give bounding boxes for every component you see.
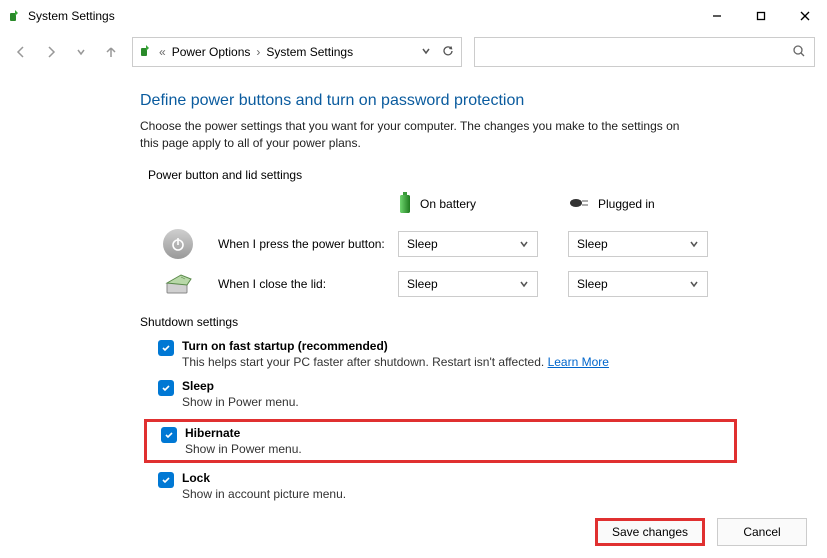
hibernate-desc: Show in Power menu. (185, 442, 302, 456)
sleep-option: Sleep Show in Power menu. (158, 379, 777, 409)
chevron-down-icon (519, 239, 529, 249)
back-button[interactable] (12, 43, 30, 61)
fast-startup-title: Turn on fast startup (recommended) (182, 339, 609, 353)
lock-desc: Show in account picture menu. (182, 487, 346, 501)
breadcrumb-separator: › (256, 45, 260, 59)
chevron-down-icon (689, 239, 699, 249)
window-title: System Settings (28, 9, 695, 23)
page-description: Choose the power settings that you want … (140, 118, 700, 152)
minimize-button[interactable] (695, 0, 739, 32)
sleep-desc: Show in Power menu. (182, 395, 299, 409)
footer-actions: Save changes Cancel (595, 518, 807, 546)
maximize-button[interactable] (739, 0, 783, 32)
lid-icon (158, 273, 198, 295)
app-icon (8, 9, 22, 23)
titlebar: System Settings (0, 0, 827, 32)
hibernate-title: Hibernate (185, 426, 302, 440)
forward-button[interactable] (42, 43, 60, 61)
column-on-battery: On battery (398, 192, 548, 217)
plug-icon (568, 196, 590, 213)
column-plugged-in: Plugged in (568, 196, 718, 213)
lid-battery-select[interactable]: Sleep (398, 271, 538, 297)
battery-icon (398, 192, 412, 217)
power-button-plugged-select[interactable]: Sleep (568, 231, 708, 257)
lid-plugged-select[interactable]: Sleep (568, 271, 708, 297)
section-shutdown-label: Shutdown settings (140, 315, 777, 329)
toolbar: « Power Options › System Settings (0, 32, 827, 72)
fast-startup-checkbox[interactable] (158, 340, 174, 356)
save-button[interactable]: Save changes (595, 518, 705, 546)
lid-close-label: When I close the lid: (218, 277, 398, 291)
breadcrumb[interactable]: « Power Options › System Settings (132, 37, 462, 67)
breadcrumb-system-settings[interactable]: System Settings (266, 45, 353, 59)
section-power-buttons-label: Power button and lid settings (148, 168, 777, 182)
up-button[interactable] (102, 43, 120, 61)
power-settings-grid: On battery Plugged in When I press the p… (158, 192, 777, 297)
chevron-down-icon (519, 279, 529, 289)
fast-startup-desc: This helps start your PC faster after sh… (182, 355, 609, 369)
power-button-battery-select[interactable]: Sleep (398, 231, 538, 257)
refresh-button[interactable] (441, 44, 455, 61)
page-title: Define power buttons and turn on passwor… (140, 92, 777, 110)
hibernate-checkbox[interactable] (161, 427, 177, 443)
lock-title: Lock (182, 471, 346, 485)
hibernate-option: Hibernate Show in Power menu. (161, 426, 730, 456)
learn-more-link[interactable]: Learn More (548, 355, 609, 369)
search-icon (792, 44, 806, 61)
power-button-icon (158, 229, 198, 259)
chevron-down-icon[interactable] (421, 45, 431, 59)
cancel-button[interactable]: Cancel (717, 518, 807, 546)
recent-dropdown[interactable] (72, 43, 90, 61)
energy-icon (139, 44, 153, 61)
lock-checkbox[interactable] (158, 472, 174, 488)
breadcrumb-prefix: « (159, 45, 166, 59)
chevron-down-icon (689, 279, 699, 289)
lock-option: Lock Show in account picture menu. (158, 471, 777, 501)
search-input[interactable] (474, 37, 815, 67)
breadcrumb-power-options[interactable]: Power Options (172, 45, 251, 59)
power-button-label: When I press the power button: (218, 237, 398, 251)
content-area: Define power buttons and turn on passwor… (0, 72, 827, 501)
fast-startup-option: Turn on fast startup (recommended) This … (158, 339, 777, 369)
hibernate-highlight: Hibernate Show in Power menu. (144, 419, 737, 463)
close-button[interactable] (783, 0, 827, 32)
sleep-title: Sleep (182, 379, 299, 393)
sleep-checkbox[interactable] (158, 380, 174, 396)
